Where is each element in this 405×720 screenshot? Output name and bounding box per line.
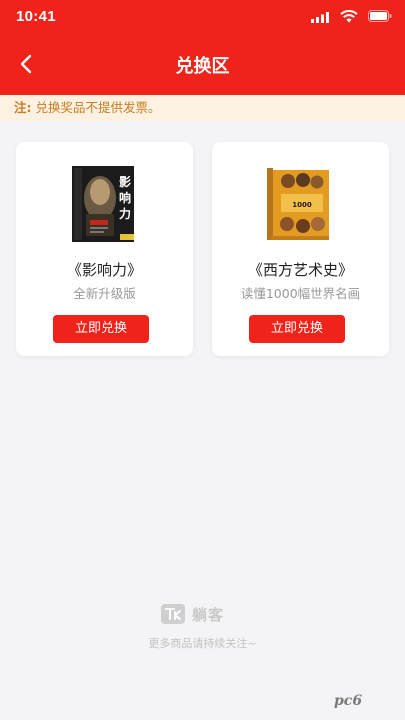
status-time: 10:41 xyxy=(16,8,56,25)
notice-label: 注: xyxy=(14,100,32,115)
battery-icon xyxy=(368,10,392,22)
notice-bar: 注: 兑换奖品不提供发票。 xyxy=(0,95,405,121)
app-header: 10:41 兑换区 xyxy=(0,0,405,95)
product-card[interactable]: 1000 《西方艺术史》 读懂1000幅世界名画 立即兑换 xyxy=(212,142,389,356)
product-grid: 影 响 力 《影响力》 全新升级版 立即兑换 1000 《西方艺术史》 读懂10… xyxy=(0,121,405,720)
status-bar: 10:41 xyxy=(0,0,405,34)
product-card[interactable]: 影 响 力 《影响力》 全新升级版 立即兑换 xyxy=(16,142,193,356)
book-cover-image: 1000 xyxy=(267,168,329,240)
watermark-text: pc6 xyxy=(334,693,363,709)
notice-text: 兑换奖品不提供发票。 xyxy=(31,100,161,115)
navbar: 兑换区 xyxy=(0,34,405,95)
book-cover-image: 影 响 力 xyxy=(72,166,134,242)
product-title: 《西方艺术史》 xyxy=(247,261,353,279)
product-subtitle: 全新升级版 xyxy=(73,286,136,301)
redeem-button[interactable]: 立即兑换 xyxy=(53,315,149,343)
footer-logo: 躺客 xyxy=(160,602,244,626)
redeem-button[interactable]: 立即兑换 xyxy=(249,315,345,343)
svg-text:力: 力 xyxy=(119,206,131,221)
svg-text:响: 响 xyxy=(119,190,131,205)
footer-note: 更多商品请持续关注~ xyxy=(148,637,257,650)
footer-brand: 躺客 xyxy=(192,605,225,624)
svg-text:影: 影 xyxy=(119,174,131,189)
page-title: 兑换区 xyxy=(175,56,230,77)
wifi-icon xyxy=(340,10,358,23)
product-subtitle: 读懂1000幅世界名画 xyxy=(240,286,361,301)
svg-text:1000: 1000 xyxy=(292,201,312,209)
watermark: pc6 xyxy=(334,687,402,715)
signal-icon xyxy=(311,12,329,23)
tk-logo-icon xyxy=(161,604,185,624)
product-title: 《影响力》 xyxy=(66,261,142,279)
